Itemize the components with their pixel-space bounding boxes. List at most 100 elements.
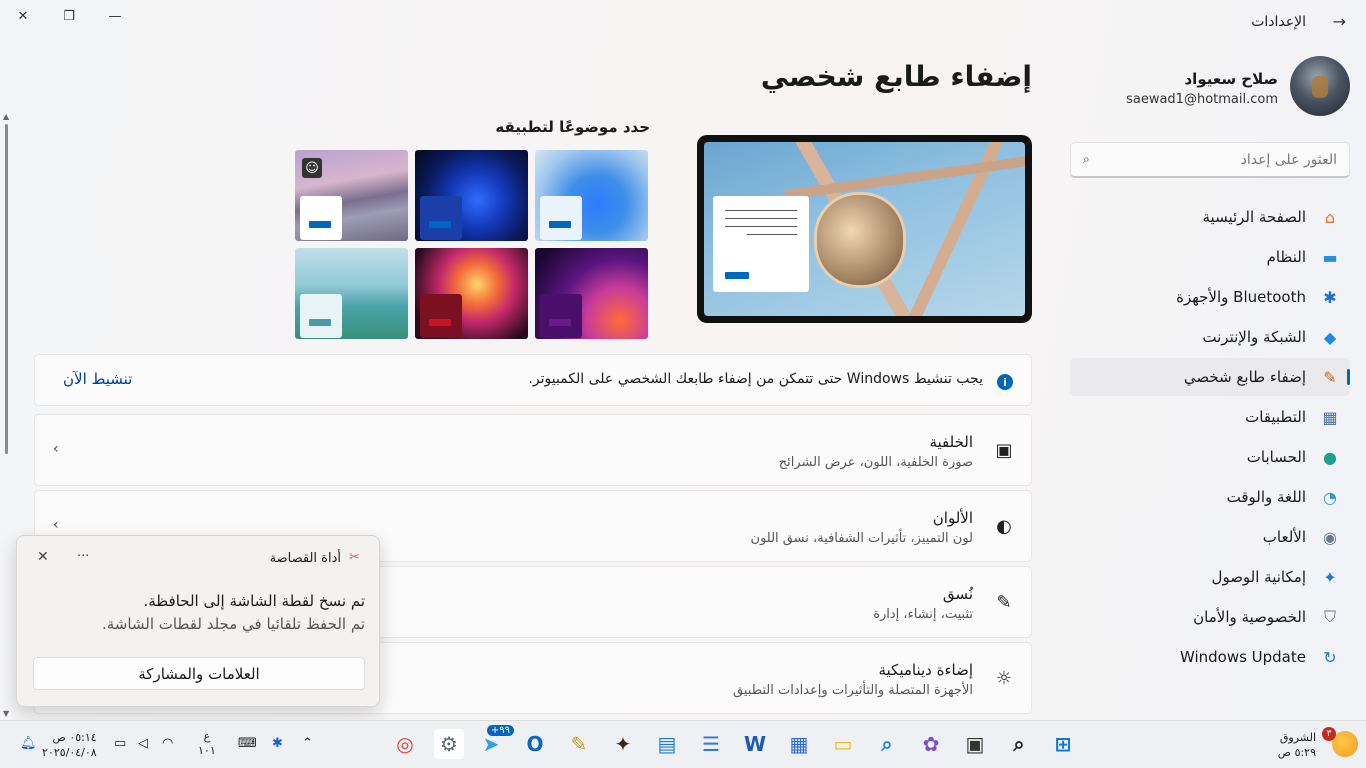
lang-bottom: ١٠١ [198, 744, 216, 757]
restore-button[interactable]: ❐ [46, 0, 92, 32]
telegram-icon[interactable]: ➤ +٩٩ [476, 725, 514, 759]
settings-card-0[interactable]: ▣ الخلفية صورة الخلفية، اللون، عرض الشرائح… [34, 414, 1032, 486]
theme-lake[interactable]: ☺ [295, 150, 408, 241]
sidebar-item-6[interactable]: ● الحسابات [1070, 438, 1350, 476]
clock-date: ٢٠٢٥/٠٤/٠٨ [42, 746, 97, 759]
settings-search[interactable]: ⌕ [1070, 142, 1350, 178]
activation-banner: i يجب تنشيط Windows حتى تتمكن من إضفاء ط… [34, 354, 1032, 406]
app-glyph: ⌕ [1013, 732, 1025, 756]
theme-bloom-light[interactable] [535, 150, 648, 241]
app-glyph: ☰ [702, 732, 720, 756]
clock[interactable]: ٠٥:١٤ ص ٢٠٢٥/٠٤/٠٨ [42, 730, 97, 760]
app-glyph: ⊞ [1054, 732, 1072, 756]
home-icon: ⌂ [1324, 207, 1336, 227]
taskbar: 🔔︎ ٠٥:١٤ ص ٢٠٢٥/٠٤/٠٨ ▭ ◁ ◠ ع ١٠١ ⌨ ✱ ⌃ … [0, 720, 1366, 768]
photo-app-icon[interactable]: ✦ [608, 729, 638, 759]
sidebar-item-5[interactable]: ▦ التطبيقات [1070, 398, 1350, 436]
theme-glow[interactable] [415, 248, 528, 339]
sidebar-item-2[interactable]: ✱ Bluetooth والأجهزة [1070, 278, 1350, 316]
weather-badge: ٣ [1322, 727, 1336, 741]
search-app-icon[interactable]: ⌕ [872, 729, 902, 759]
sidebar-item-8[interactable]: ◉ الألعاب [1070, 518, 1350, 556]
presenter-icon[interactable]: ▤ [652, 729, 682, 759]
file-explorer-icon[interactable]: ▭ [828, 729, 858, 759]
app-glyph: W [743, 732, 767, 756]
app-glyph: ▤ [657, 732, 677, 756]
minimize-button[interactable]: — [92, 0, 138, 32]
sidebar-item-label: Bluetooth والأجهزة [1176, 288, 1306, 306]
info-icon: i [997, 374, 1013, 390]
apps-icon: ▦ [1322, 407, 1338, 427]
account-icon: ● [1323, 447, 1337, 467]
sidebar-item-10[interactable]: ⛉ الخصوصية والأمان [1070, 598, 1350, 636]
word-icon[interactable]: W [740, 729, 770, 759]
palette-icon: ◐ [996, 515, 1012, 537]
sidebar-item-label: التطبيقات [1245, 408, 1306, 426]
sidebar-item-9[interactable]: ✦ إمكانية الوصول [1070, 558, 1350, 596]
sidebar-item-11[interactable]: ↻ Windows Update [1070, 638, 1350, 676]
weather-widget[interactable]: الشروق ٥:٢٩ ص [1278, 730, 1316, 760]
sidebar-item-label: اللغة والوقت [1226, 488, 1306, 506]
chrome-icon[interactable]: ◎ [390, 729, 420, 759]
theme-grid: ☺ [294, 150, 648, 340]
notes-app-icon[interactable]: ✎ [564, 729, 594, 759]
sidebar-item-4[interactable]: ✎ إضفاء طابع شخصي [1070, 358, 1350, 396]
brush-icon: ✎ [1323, 367, 1337, 387]
sidebar-item-label: إمكانية الوصول [1211, 568, 1306, 586]
globe-clock-icon: ◔ [1323, 487, 1337, 507]
touch-keyboard-icon[interactable]: ⌨ [238, 736, 257, 751]
toast-close-icon[interactable]: ✕ [37, 549, 49, 565]
battery-icon[interactable]: ▭ [114, 736, 126, 751]
markup-share-button[interactable]: العلامات والمشاركة [33, 657, 365, 690]
user-profile[interactable]: صلاح سعيواد saewad1@hotmail.com [1070, 56, 1350, 120]
scroll-up-icon[interactable]: ▲ [3, 112, 9, 121]
activate-now-link[interactable]: تنشيط الآن [63, 370, 132, 388]
weather-time: ٥:٢٩ ص [1277, 746, 1316, 759]
wifi-tray-icon[interactable]: ◠ [162, 736, 173, 751]
theme-mini-window [540, 294, 582, 338]
scissors-icon: ✂ [349, 550, 360, 565]
scrollbar[interactable]: ▲ ▼ [3, 112, 9, 718]
sidebar-item-1[interactable]: ▬ النظام [1070, 238, 1350, 276]
search-icon: ⌕ [1083, 152, 1090, 166]
close-button[interactable]: ✕ [0, 0, 46, 32]
outlook-icon[interactable]: O [520, 729, 550, 759]
notepad-icon[interactable]: ☰ [696, 729, 726, 759]
profile-name: صلاح سعيواد [1184, 70, 1278, 88]
chevron-left-icon: ‹ [53, 517, 59, 533]
bluetooth-tray-icon[interactable]: ✱ [272, 736, 283, 751]
theme-bloom-dark[interactable] [415, 150, 528, 241]
sidebar-item-3[interactable]: ◆ الشبكة والإنترنت [1070, 318, 1350, 356]
sidebar-item-label: الخصوصية والأمان [1193, 608, 1306, 626]
more-options-icon[interactable]: ··· [77, 549, 89, 564]
taskbar-search-icon[interactable]: ⌕ [1004, 729, 1034, 759]
task-view-icon[interactable]: ▣ [960, 729, 990, 759]
theme-mini-window [300, 294, 342, 338]
scroll-thumb[interactable] [5, 124, 8, 454]
show-hidden-icons[interactable]: ⌃ [302, 736, 313, 751]
copilot-icon[interactable]: ✿ [916, 729, 946, 759]
sidebar-item-label: الألعاب [1262, 528, 1306, 546]
back-arrow-icon: → [1332, 12, 1346, 31]
app-glyph: ⚙ [440, 732, 458, 756]
volume-icon[interactable]: ◁ [138, 736, 148, 751]
sidebar-item-0[interactable]: ⌂ الصفحة الرئيسية [1070, 198, 1350, 236]
toast-detail: تم الحفظ تلقائيا في مجلد لقطات الشاشة. [101, 615, 365, 633]
theme-captured-motion[interactable] [535, 248, 648, 339]
start-icon[interactable]: ⊞ [1048, 729, 1078, 759]
notification-bell-icon[interactable]: 🔔︎ [20, 736, 37, 751]
sidebar-item-7[interactable]: ◔ اللغة والوقت [1070, 478, 1350, 516]
store-icon[interactable]: ▦ [784, 729, 814, 759]
settings-icon[interactable]: ⚙ [434, 729, 464, 759]
minimize-icon: — [108, 8, 122, 24]
theme-coast[interactable] [295, 248, 408, 339]
card-subtitle: تثبيت، إنشاء، إدارة [873, 607, 973, 622]
snipping-toast: ✂ أداة القصاصة ··· ✕ تم نسخ لقطة الشاشة … [16, 535, 380, 707]
scroll-down-icon[interactable]: ▼ [3, 709, 9, 718]
app-glyph: ▭ [833, 732, 853, 756]
card-subtitle: صورة الخلفية، اللون، عرض الشرائح [778, 455, 973, 470]
input-language[interactable]: ع ١٠١ [198, 730, 216, 758]
back-button[interactable]: → [1333, 12, 1346, 31]
app-glyph: ✎ [570, 732, 588, 756]
search-input[interactable] [1071, 143, 1349, 176]
